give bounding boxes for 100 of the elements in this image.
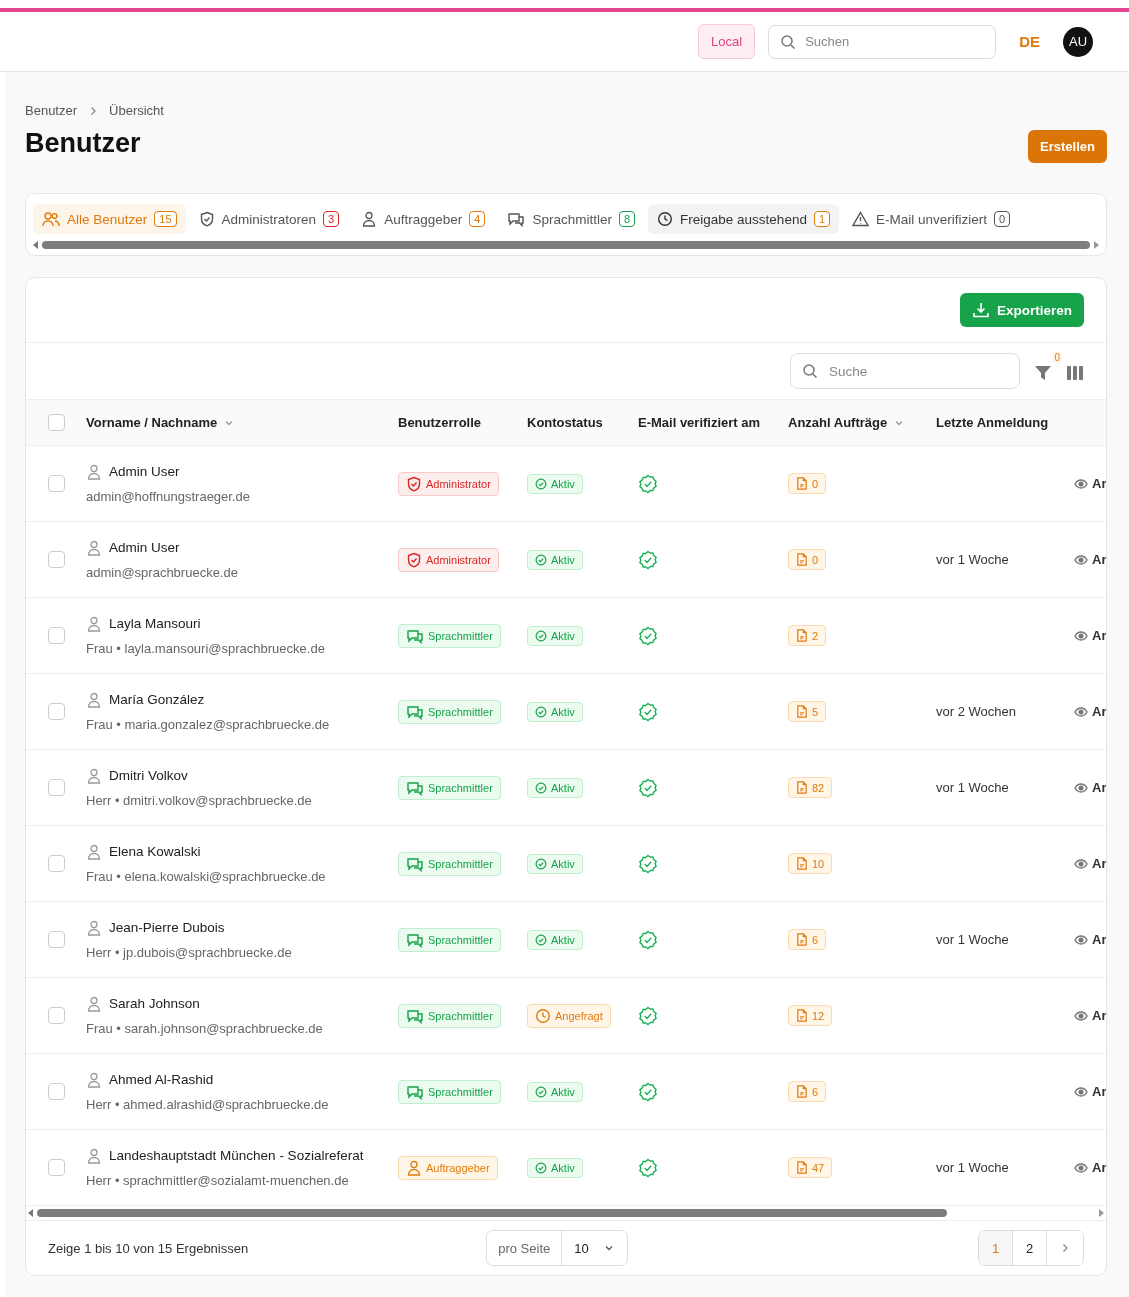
person-icon bbox=[406, 1159, 422, 1176]
order-count-badge: 47 bbox=[788, 1157, 833, 1178]
document-icon bbox=[796, 1009, 808, 1022]
user-details: Frau • sarah.johnson@sprachbruecke.de bbox=[86, 1020, 323, 1036]
checkbox[interactable] bbox=[47, 475, 65, 492]
check-circle-icon bbox=[535, 933, 547, 946]
check-circle-icon bbox=[535, 1161, 547, 1174]
filter-tab[interactable]: Freigabe ausstehend 1 bbox=[648, 204, 840, 234]
eye-icon bbox=[1074, 554, 1088, 565]
column-header: Letzte Anmeldung bbox=[936, 414, 1050, 432]
document-icon bbox=[796, 1161, 808, 1174]
filter-count-badge: 0 bbox=[1052, 352, 1062, 363]
scrollbar-thumb[interactable] bbox=[42, 240, 1090, 249]
breadcrumb-current: Übersicht bbox=[109, 103, 164, 118]
count-badge: 0 bbox=[994, 211, 1011, 227]
scroll-left-arrow[interactable] bbox=[28, 1209, 33, 1217]
view-link[interactable]: Ar bbox=[1074, 628, 1106, 643]
checkbox[interactable] bbox=[47, 931, 65, 948]
view-link[interactable]: Ar bbox=[1074, 932, 1106, 947]
checkbox[interactable] bbox=[47, 1083, 65, 1100]
status-badge: Aktiv bbox=[527, 1157, 583, 1178]
document-icon bbox=[796, 553, 808, 566]
checkbox[interactable] bbox=[47, 414, 65, 431]
view-link[interactable]: Ar bbox=[1074, 704, 1106, 719]
speech-bubbles-icon bbox=[406, 1007, 424, 1024]
user-details: Herr • dmitri.volkov@sprachbruecke.de bbox=[86, 792, 312, 808]
eye-icon bbox=[1074, 934, 1088, 945]
scroll-right-arrow[interactable] bbox=[1094, 240, 1099, 249]
role-badge: Administrator bbox=[398, 471, 499, 496]
view-link[interactable]: Ar bbox=[1074, 476, 1106, 491]
user-avatar[interactable]: AU bbox=[1063, 26, 1093, 57]
user-name: Layla Mansouri bbox=[109, 616, 201, 631]
speech-bubbles-icon bbox=[406, 779, 424, 796]
user-name: Elena Kowalski bbox=[109, 844, 201, 859]
environment-badge: Local bbox=[698, 24, 756, 59]
checkbox[interactable] bbox=[47, 1159, 65, 1176]
breadcrumb-link[interactable]: Benutzer bbox=[25, 103, 78, 118]
shield-icon bbox=[406, 551, 422, 568]
page-size-select[interactable]: pro Seite 10 bbox=[486, 1230, 628, 1266]
scroll-left-arrow[interactable] bbox=[33, 240, 38, 249]
last-login: vor 1 Woche bbox=[936, 552, 1009, 567]
view-link[interactable]: Ar bbox=[1074, 552, 1106, 567]
filter-tab[interactable]: Auftraggeber 4 bbox=[352, 204, 495, 234]
speech-bubbles-icon bbox=[406, 931, 424, 948]
role-badge: Sprachmittler bbox=[398, 623, 501, 648]
status-badge: Aktiv bbox=[527, 473, 583, 494]
role-badge: Administrator bbox=[398, 547, 499, 572]
status-badge: Aktiv bbox=[527, 625, 583, 646]
view-link[interactable]: Ar bbox=[1074, 780, 1106, 795]
user-details: admin@hoffnungstraeger.de bbox=[86, 488, 251, 504]
check-circle-icon bbox=[535, 1085, 547, 1098]
order-count-badge: 0 bbox=[788, 549, 827, 570]
scrollbar-thumb[interactable] bbox=[37, 1209, 947, 1217]
status-badge: Aktiv bbox=[527, 929, 583, 950]
person-icon bbox=[86, 843, 102, 860]
view-link[interactable]: Ar bbox=[1074, 1084, 1106, 1099]
speech-bubbles-icon bbox=[406, 627, 424, 644]
role-badge: Sprachmittler bbox=[398, 775, 501, 800]
checkbox[interactable] bbox=[47, 627, 65, 644]
count-badge: 3 bbox=[323, 211, 340, 227]
view-link[interactable]: Ar bbox=[1074, 1160, 1106, 1175]
person-icon bbox=[86, 919, 102, 936]
checkbox[interactable] bbox=[47, 1007, 65, 1024]
filter-tab[interactable]: Sprachmittler 8 bbox=[498, 204, 645, 234]
column-header: E-Mail verifiziert am bbox=[638, 414, 762, 432]
count-badge: 4 bbox=[469, 211, 486, 227]
user-name: Dmitri Volkov bbox=[109, 768, 188, 783]
results-summary: Zeige 1 bis 10 von 15 Ergebnissen bbox=[48, 1240, 249, 1256]
person-icon bbox=[86, 1147, 102, 1164]
column-header[interactable]: Anzahl Aufträge bbox=[788, 400, 936, 445]
document-icon bbox=[796, 933, 808, 946]
order-count-badge: 2 bbox=[788, 625, 827, 646]
last-login: vor 1 Woche bbox=[936, 1160, 1009, 1175]
scroll-right-arrow[interactable] bbox=[1099, 1209, 1104, 1217]
order-count-badge: 6 bbox=[788, 1081, 827, 1102]
eye-icon bbox=[1074, 782, 1088, 793]
column-header[interactable]: Vorname / Nachname bbox=[86, 400, 398, 445]
checkbox[interactable] bbox=[47, 855, 65, 872]
filter-icon[interactable] bbox=[1034, 364, 1052, 382]
eye-icon bbox=[1074, 706, 1088, 717]
document-icon bbox=[796, 477, 808, 490]
role-badge: Sprachmittler bbox=[398, 927, 501, 952]
view-link[interactable]: Ar bbox=[1074, 856, 1106, 871]
speech-bubbles-icon bbox=[406, 855, 424, 872]
user-name: Admin User bbox=[109, 540, 180, 555]
filter-tab[interactable]: Administratoren 3 bbox=[189, 204, 349, 234]
checkbox[interactable] bbox=[47, 703, 65, 720]
shield-icon bbox=[406, 475, 422, 492]
column-header: Kontostatus bbox=[527, 414, 604, 432]
count-badge: 1 bbox=[813, 211, 831, 227]
checkbox[interactable] bbox=[47, 779, 65, 796]
order-count-badge: 10 bbox=[788, 853, 833, 874]
user-name: Landeshauptstadt München - Sozialreferat bbox=[109, 1148, 364, 1163]
user-details: Frau • maria.gonzalez@sprachbruecke.de bbox=[86, 716, 330, 732]
checkbox[interactable] bbox=[47, 551, 65, 568]
view-link[interactable]: Ar bbox=[1074, 1008, 1106, 1023]
search-field[interactable]: Suchen bbox=[768, 24, 997, 59]
person-icon bbox=[86, 463, 102, 480]
filter-tab[interactable]: E-Mail unverifiziert 0 bbox=[843, 204, 1020, 234]
table-search-field[interactable]: Suche bbox=[790, 353, 1020, 389]
